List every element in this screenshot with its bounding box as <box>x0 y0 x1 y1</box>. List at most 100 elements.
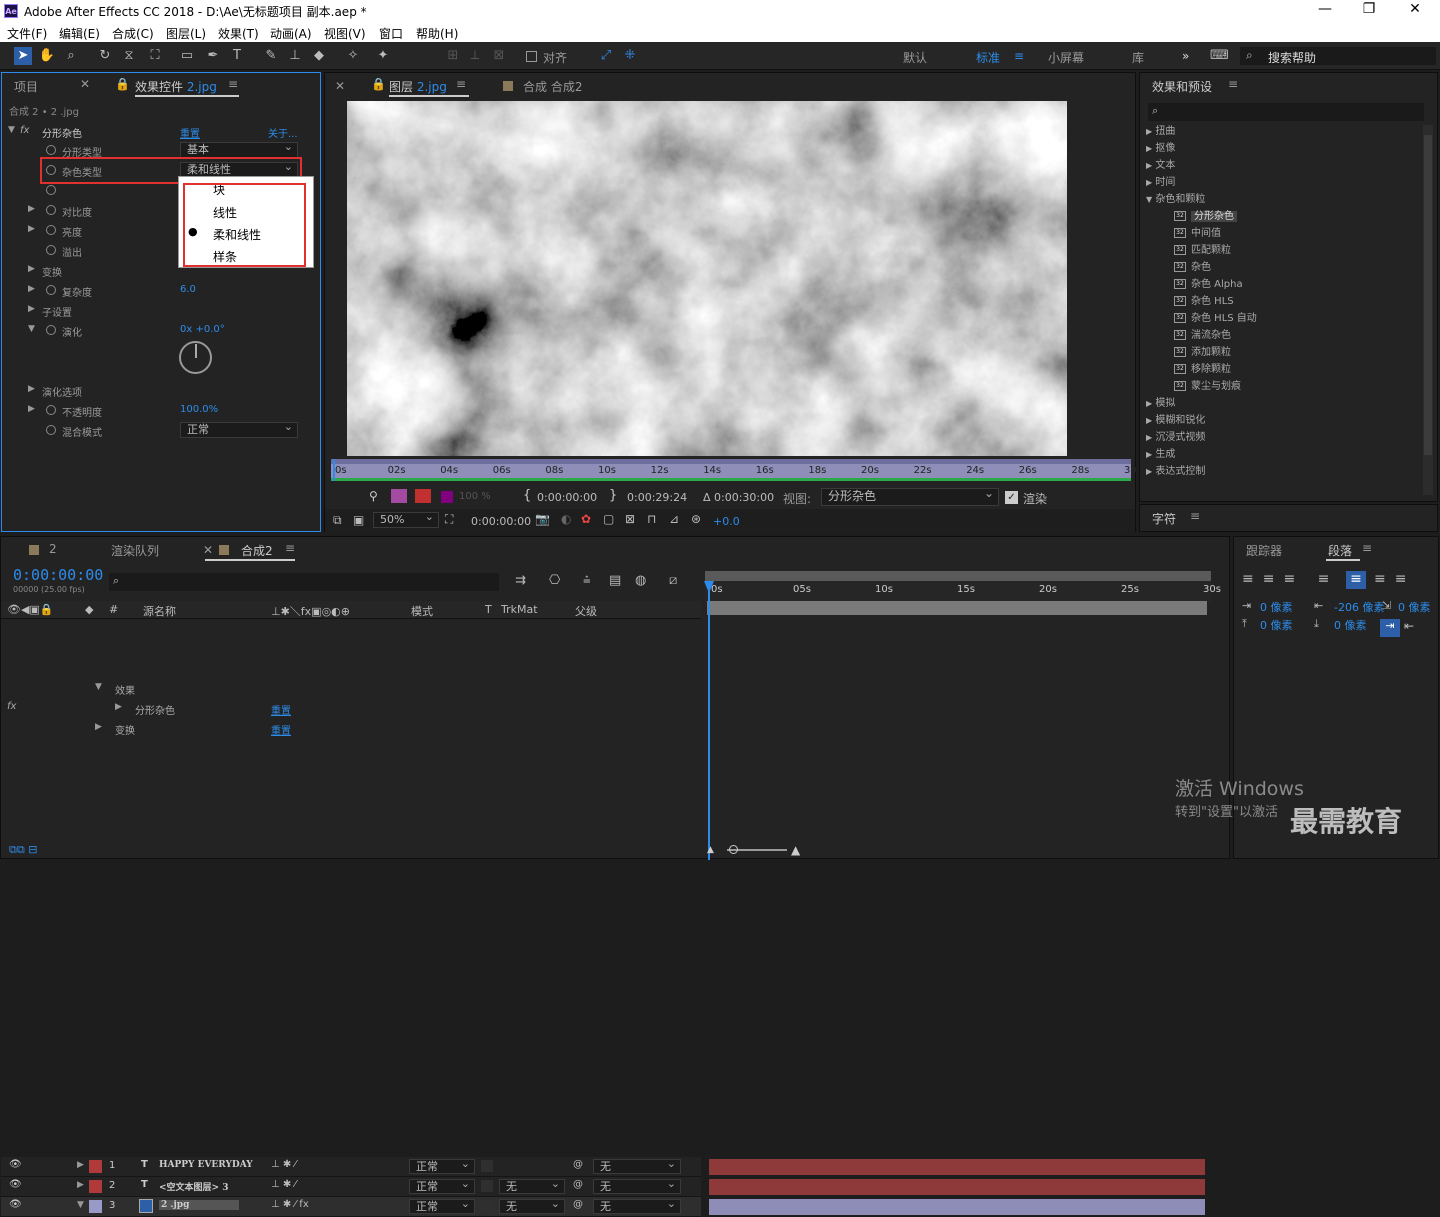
expand-triangle-icon[interactable]: ▶ <box>28 404 35 414</box>
expand-triangle-icon[interactable]: ▶ <box>28 204 35 214</box>
stopwatch-icon[interactable] <box>46 285 56 295</box>
preserve-transparency-checkbox[interactable] <box>481 1180 493 1192</box>
camera-tool-icon[interactable]: ⧖ <box>120 47 138 65</box>
in-point-icon[interactable] <box>391 489 407 503</box>
puppet-tool-icon[interactable]: ✦ <box>374 47 392 65</box>
in-time[interactable]: 0:00:00:00 <box>537 491 597 504</box>
effect-category[interactable]: ▶ 文本 <box>1146 156 1175 171</box>
menu-help[interactable]: 帮助(H) <box>416 25 458 42</box>
effects-scrollbar[interactable] <box>1423 125 1433 495</box>
tab-comp-2[interactable]: 2 <box>49 542 57 556</box>
close-tab-icon[interactable]: ✕ <box>203 543 213 557</box>
preserve-transparency-checkbox[interactable] <box>481 1200 493 1212</box>
layer-label-color[interactable] <box>89 1200 102 1213</box>
render-checkbox[interactable]: ✓ <box>1005 491 1018 504</box>
pick-whip-icon[interactable]: @ <box>573 1179 583 1190</box>
effect-reset-link[interactable]: 重置 <box>180 125 200 140</box>
collapse-triangle-icon[interactable]: ▼ <box>28 324 35 334</box>
expand-triangle-icon[interactable]: ▶ <box>28 304 35 314</box>
fx-icon[interactable]: fx <box>20 125 29 136</box>
tab-layer[interactable]: 图层 2.jpg <box>389 78 447 95</box>
work-area-bar[interactable] <box>331 459 1131 464</box>
stopwatch-icon[interactable] <box>46 405 56 415</box>
effect-item[interactable]: 32 添加颗粒 <box>1146 343 1231 358</box>
effect-category[interactable]: ▶ 扭曲 <box>1146 122 1175 137</box>
effect-category[interactable]: ▶ 沉浸式视频 <box>1146 428 1205 443</box>
layer-label-color[interactable] <box>89 1180 102 1193</box>
layer-row[interactable]: 👁 ▶ 2 T <空文本图层> 3 ⊥ ✱ ⁄ 正常 无 @ 无 <box>1 1177 701 1197</box>
workspace-menu-icon[interactable]: ≡ <box>1014 49 1024 63</box>
evolution-dial[interactable] <box>179 341 212 374</box>
layer-switches-icons[interactable]: ⊥ ✱ ⁄ <box>271 1159 296 1170</box>
sync-settings-icon[interactable]: ⌨ <box>1210 47 1229 65</box>
expand-triangle-icon[interactable]: ▶ <box>28 284 35 294</box>
close-button[interactable]: ✕ <box>1392 1 1438 17</box>
layer-mode-dropdown[interactable]: 正常 <box>409 1197 475 1214</box>
frame-blend-icon[interactable]: ▤ <box>609 573 621 588</box>
rtl-direction-button[interactable]: ⇤ <box>1404 619 1414 633</box>
timeline-search-input[interactable]: ⌕ <box>109 573 499 591</box>
tab-character[interactable]: 字符 <box>1152 510 1176 527</box>
sub-fractal-reset[interactable]: 重置 <box>271 702 291 717</box>
reset-exposure-icon[interactable]: ⊛ <box>691 512 701 526</box>
fast-preview-icon[interactable]: ⊿ <box>669 512 679 526</box>
effect-item[interactable]: 32 蒙尘与划痕 <box>1146 377 1241 392</box>
expand-triangle-icon[interactable]: ▶ <box>95 722 102 732</box>
stopwatch-icon[interactable] <box>46 425 56 435</box>
switches-icons[interactable]: ⊥✱＼fx▣◎◐⊕ <box>271 603 350 619</box>
view-dropdown[interactable]: 分形杂色 <box>821 486 999 506</box>
out-bracket-icon[interactable]: } <box>609 488 617 503</box>
indent-left-value[interactable]: 0 像素 <box>1260 599 1293 615</box>
work-area-bar[interactable] <box>707 601 1207 615</box>
scrollbar-thumb[interactable] <box>1424 135 1432 455</box>
channel-icon[interactable]: ▣ <box>353 513 364 527</box>
effect-item[interactable]: 32 分形杂色 <box>1146 207 1237 222</box>
opacity-value[interactable]: 100.0% <box>180 404 218 415</box>
effect-item[interactable]: 32 湍流杂色 <box>1146 326 1231 341</box>
preserve-transparency-checkbox[interactable] <box>481 1160 493 1172</box>
panel-menu-icon[interactable]: ≡ <box>228 77 238 91</box>
effect-category[interactable]: ▶ 抠像 <box>1146 139 1175 154</box>
effects-search-input[interactable]: ⌕ <box>1148 103 1424 121</box>
layer-name[interactable]: 2 .jpg <box>159 1200 240 1210</box>
menu-composition[interactable]: 合成(C) <box>112 25 154 42</box>
panel-menu-icon[interactable]: ≡ <box>1362 541 1372 555</box>
evolution-value[interactable]: 0x +0.0° <box>180 324 225 335</box>
brush-tool-icon[interactable]: ✎ <box>262 47 280 65</box>
close-tab-icon[interactable]: ✕ <box>335 79 345 93</box>
rectangle-tool-icon[interactable]: ▭ <box>178 47 196 65</box>
expand-triangle-icon[interactable]: ▶ <box>1146 178 1152 187</box>
current-time[interactable]: 0:00:00:00 <box>471 515 531 528</box>
zoom-dropdown[interactable]: 50% <box>373 510 439 528</box>
transparency-grid-icon[interactable]: ⊠ <box>625 512 635 526</box>
visibility-eye-icon[interactable]: 👁 <box>9 1159 22 1170</box>
restore-button[interactable]: ❐ <box>1346 1 1392 17</box>
layer-parent-dropdown[interactable]: 无 <box>593 1177 681 1194</box>
puppet-figure-icon[interactable]: ⚲ <box>369 489 378 503</box>
layer-parent-dropdown[interactable]: 无 <box>593 1157 681 1174</box>
col-source[interactable]: 源名称 <box>143 603 176 619</box>
tab-effect-controls[interactable]: 效果控件 2.jpg <box>135 78 217 95</box>
tab-comp[interactable]: 合成 合成2 <box>523 78 582 95</box>
layer-row[interactable]: 👁 ▼ 3 2 .jpg ⊥ ✱ ⁄ fx 正常 无 @ 无 <box>1 1197 701 1217</box>
indent-first-value[interactable]: -206 像素 <box>1334 599 1384 615</box>
align-buttons[interactable]: ≡≡≡ ≡ <box>1242 571 1338 587</box>
fit-icon[interactable]: ⛶ <box>445 512 453 527</box>
always-preview-icon[interactable]: ⧉ <box>333 513 342 528</box>
layer-trkmat-dropdown[interactable]: 无 <box>499 1177 565 1194</box>
expand-triangle-icon[interactable]: ▶ <box>1146 450 1152 459</box>
expand-triangle-icon[interactable]: ▶ <box>1146 399 1152 408</box>
effect-category-open[interactable]: ▼ 杂色和颗粒 <box>1146 190 1205 205</box>
menu-edit[interactable]: 编辑(E) <box>59 25 100 42</box>
layer-name[interactable]: HAPPY EVERYDAY <box>159 1160 253 1170</box>
layer-label-color[interactable] <box>89 1160 102 1173</box>
complexity-value[interactable]: 6.0 <box>180 284 196 295</box>
stopwatch-icon[interactable] <box>46 225 56 235</box>
zoom-out-icon[interactable]: ▲ <box>707 845 714 855</box>
expand-triangle-icon[interactable]: ▶ <box>1146 433 1152 442</box>
effect-item[interactable]: 32 匹配颗粒 <box>1146 241 1231 256</box>
zoom-slider-thumb[interactable] <box>729 845 738 854</box>
expand-triangle-icon[interactable]: ▶ <box>28 224 35 234</box>
stopwatch-icon[interactable] <box>46 245 56 255</box>
collapse-triangle-icon[interactable]: ▼ <box>8 125 15 135</box>
